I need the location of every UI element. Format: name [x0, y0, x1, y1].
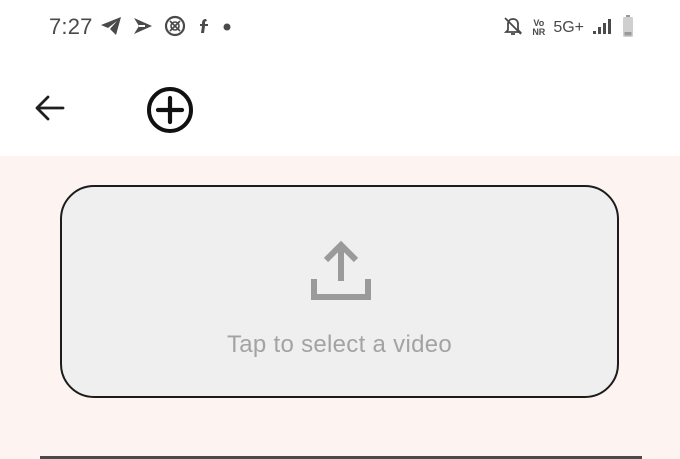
direct-share-icon — [132, 16, 154, 41]
volte-bottom: NR — [532, 27, 546, 37]
dot-icon — [222, 19, 232, 37]
app-bar — [0, 58, 680, 156]
status-time: 7:27 — [49, 14, 93, 39]
back-button[interactable] — [28, 86, 72, 130]
arrow-back-icon — [35, 95, 65, 121]
picker-label: Tap to select a video — [226, 331, 453, 358]
system-icons: Vo NR 5G+ — [502, 14, 634, 43]
telegram-icon — [100, 16, 122, 41]
add-circle-icon — [147, 87, 193, 133]
add-button[interactable] — [144, 84, 196, 136]
battery-icon — [622, 14, 634, 43]
flipkart-icon — [196, 17, 212, 40]
network-type: 5G+ — [553, 19, 584, 36]
mute-bell-icon — [502, 15, 524, 42]
notification-icons — [100, 15, 232, 42]
vpn-shield-icon — [164, 15, 186, 42]
upload-icon — [311, 240, 371, 300]
content-area: Tap to select a video — [0, 156, 680, 459]
video-picker[interactable]: Tap to select a video — [60, 185, 619, 398]
status-bar: 7:27 Vo NR 5G+ — [0, 0, 680, 58]
signal-icon — [592, 17, 614, 40]
volte-icon: Vo NR — [532, 19, 545, 37]
